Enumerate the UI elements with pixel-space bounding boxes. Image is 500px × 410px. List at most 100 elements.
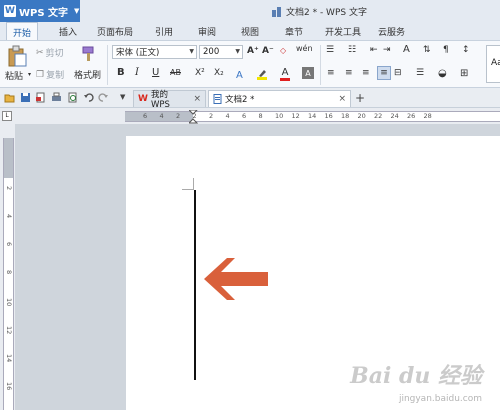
cut-button[interactable]: ✂ 剪切 bbox=[36, 46, 64, 60]
phonetic-guide-button[interactable]: wén bbox=[296, 44, 313, 53]
ruler-number: 4 bbox=[159, 112, 164, 120]
copy-label: 复制 bbox=[46, 71, 65, 81]
numbered-list-icon[interactable]: ☷ bbox=[348, 45, 356, 55]
increase-indent-icon[interactable]: ⇥ bbox=[383, 45, 391, 55]
char-shading-icon[interactable]: A bbox=[302, 67, 314, 79]
ruler-number: 2 bbox=[5, 186, 13, 191]
text-boundary-marker bbox=[182, 178, 194, 190]
ruler-number: 8 bbox=[258, 112, 263, 120]
text-direction-icon[interactable]: A bbox=[403, 44, 410, 55]
ruler-number: 4 bbox=[5, 214, 13, 219]
paste-button[interactable] bbox=[4, 43, 30, 69]
copy-icon: ❐ bbox=[36, 69, 45, 80]
indent-marker-icon[interactable] bbox=[189, 110, 198, 124]
tab-developer[interactable]: 开发工具 bbox=[325, 25, 361, 38]
format-painter-icon[interactable] bbox=[77, 44, 97, 64]
ruler-number: 6 bbox=[5, 242, 13, 247]
highlight-icon[interactable] bbox=[255, 67, 269, 81]
ruler-number: 16 bbox=[324, 112, 333, 120]
align-right-icon[interactable]: ≡ bbox=[362, 68, 370, 78]
ruler-number: 10 bbox=[5, 298, 13, 307]
sort-icon[interactable]: ⇅ bbox=[423, 45, 431, 55]
ruler-number: 26 bbox=[407, 112, 416, 120]
justify-icon[interactable]: ≡ bbox=[377, 66, 391, 80]
tab-references[interactable]: 引用 bbox=[155, 25, 173, 38]
clear-format-icon[interactable]: ◇ bbox=[280, 46, 286, 55]
ruler-number: 14 bbox=[5, 354, 13, 363]
subscript-button[interactable]: X₂ bbox=[214, 68, 224, 78]
tab-stop-selector[interactable]: L bbox=[2, 111, 12, 121]
horizontal-ruler[interactable]: 6 4 2 2 2 4 6 8 10 12 14 16 18 20 22 24 26 28 bbox=[125, 110, 500, 124]
paragraph-spacing-icon[interactable]: ☰ bbox=[416, 68, 424, 78]
line-spacing-icon[interactable]: ↕ bbox=[462, 45, 470, 55]
chevron-down-icon: ▼ bbox=[74, 7, 80, 15]
text-effect-icon[interactable]: A bbox=[234, 67, 248, 81]
customize-qat-icon[interactable]: ▼ bbox=[120, 93, 125, 101]
align-left-icon[interactable]: ≡ bbox=[327, 68, 335, 78]
print-icon[interactable] bbox=[51, 92, 62, 103]
window-title-text: 文档2 * - WPS 文字 bbox=[286, 8, 367, 18]
underline-button[interactable]: U bbox=[152, 67, 159, 78]
ruler-number: 2 bbox=[176, 112, 181, 120]
chevron-down-icon: ▼ bbox=[235, 48, 240, 55]
export-pdf-icon[interactable] bbox=[35, 92, 46, 103]
chevron-down-icon[interactable]: ▾ bbox=[28, 71, 31, 78]
superscript-button[interactable]: X² bbox=[195, 68, 205, 78]
tab-section[interactable]: 章节 bbox=[285, 25, 303, 38]
undo-icon[interactable] bbox=[83, 92, 94, 103]
font-color-button[interactable]: A bbox=[278, 66, 292, 82]
shrink-font-button[interactable]: A⁻ bbox=[262, 46, 274, 56]
ruler-number: 16 bbox=[5, 382, 13, 391]
horizontal-ruler-area: L 6 4 2 2 2 4 6 8 10 12 14 16 18 20 22 24 26 28 bbox=[0, 108, 500, 124]
distribute-icon[interactable]: ⊟ bbox=[394, 68, 402, 78]
strikethrough-button[interactable]: AB bbox=[170, 68, 181, 77]
title-bar: W WPS 文字 ▼ 文档2 * - WPS 文字 bbox=[0, 0, 500, 22]
watermark-logo: Bai du 经验 bbox=[350, 363, 482, 389]
open-folder-icon[interactable] bbox=[4, 92, 15, 103]
shading-icon[interactable]: ◒ bbox=[438, 68, 447, 79]
ruler-number: 8 bbox=[5, 270, 13, 275]
window-title: 文档2 * - WPS 文字 bbox=[272, 5, 367, 18]
left-arrow-icon bbox=[204, 258, 268, 300]
ruler-number: 4 bbox=[225, 112, 230, 120]
tab-cloud[interactable]: 云服务 bbox=[378, 25, 405, 38]
vertical-ruler[interactable]: 24681012141618 bbox=[3, 138, 14, 410]
align-center-icon[interactable]: ≡ bbox=[345, 68, 353, 78]
save-icon[interactable] bbox=[20, 92, 31, 103]
tab-document-2-label: 文档2 * bbox=[225, 95, 255, 105]
italic-button[interactable]: I bbox=[135, 67, 139, 78]
tab-my-wps[interactable]: W 我的WPS × bbox=[133, 90, 206, 110]
app-name: WPS 文字 bbox=[19, 7, 69, 19]
font-color-label: A bbox=[281, 66, 289, 78]
format-painter-label[interactable]: 格式刷 bbox=[74, 68, 101, 81]
tab-document-2[interactable]: 文档2 * × bbox=[208, 90, 351, 107]
close-icon[interactable]: × bbox=[338, 94, 346, 104]
print-preview-icon[interactable] bbox=[67, 92, 78, 103]
redo-icon[interactable] bbox=[98, 92, 109, 103]
styles-gallery[interactable]: Aa bbox=[486, 45, 500, 83]
show-marks-icon[interactable]: ¶ bbox=[443, 45, 449, 55]
wps-logo-icon: W bbox=[4, 5, 16, 17]
tab-view[interactable]: 视图 bbox=[241, 25, 259, 38]
tab-home[interactable]: 开始 bbox=[6, 22, 39, 40]
decrease-indent-icon[interactable]: ⇤ bbox=[370, 45, 378, 55]
quick-access-bar: ▼ W 我的WPS × 文档2 * × + bbox=[0, 88, 500, 110]
font-name-select[interactable]: 宋体 (正文) ▼ bbox=[112, 45, 197, 59]
document-icon bbox=[213, 94, 222, 104]
close-icon[interactable]: × bbox=[193, 94, 201, 104]
bullet-list-icon[interactable]: ☰ bbox=[326, 45, 334, 55]
bold-button[interactable]: B bbox=[117, 67, 125, 78]
ruler-number: 14 bbox=[308, 112, 317, 120]
grow-font-button[interactable]: A⁺ bbox=[247, 46, 259, 56]
font-size-select[interactable]: 200 ▼ bbox=[199, 45, 243, 59]
copy-button[interactable]: ❐ 复制 bbox=[36, 68, 65, 82]
text-cursor bbox=[194, 190, 196, 380]
app-menu-button[interactable]: W WPS 文字 ▼ bbox=[0, 0, 80, 22]
styles-gallery-preview: Aa bbox=[491, 58, 500, 68]
tab-page-layout[interactable]: 页面布局 bbox=[97, 25, 133, 38]
tab-insert[interactable]: 插入 bbox=[59, 25, 77, 38]
tab-review[interactable]: 审阅 bbox=[198, 25, 216, 38]
wps-brand-icon: W bbox=[138, 94, 148, 104]
new-tab-button[interactable]: + bbox=[355, 91, 365, 105]
borders-icon[interactable]: ⊞ bbox=[460, 68, 468, 79]
